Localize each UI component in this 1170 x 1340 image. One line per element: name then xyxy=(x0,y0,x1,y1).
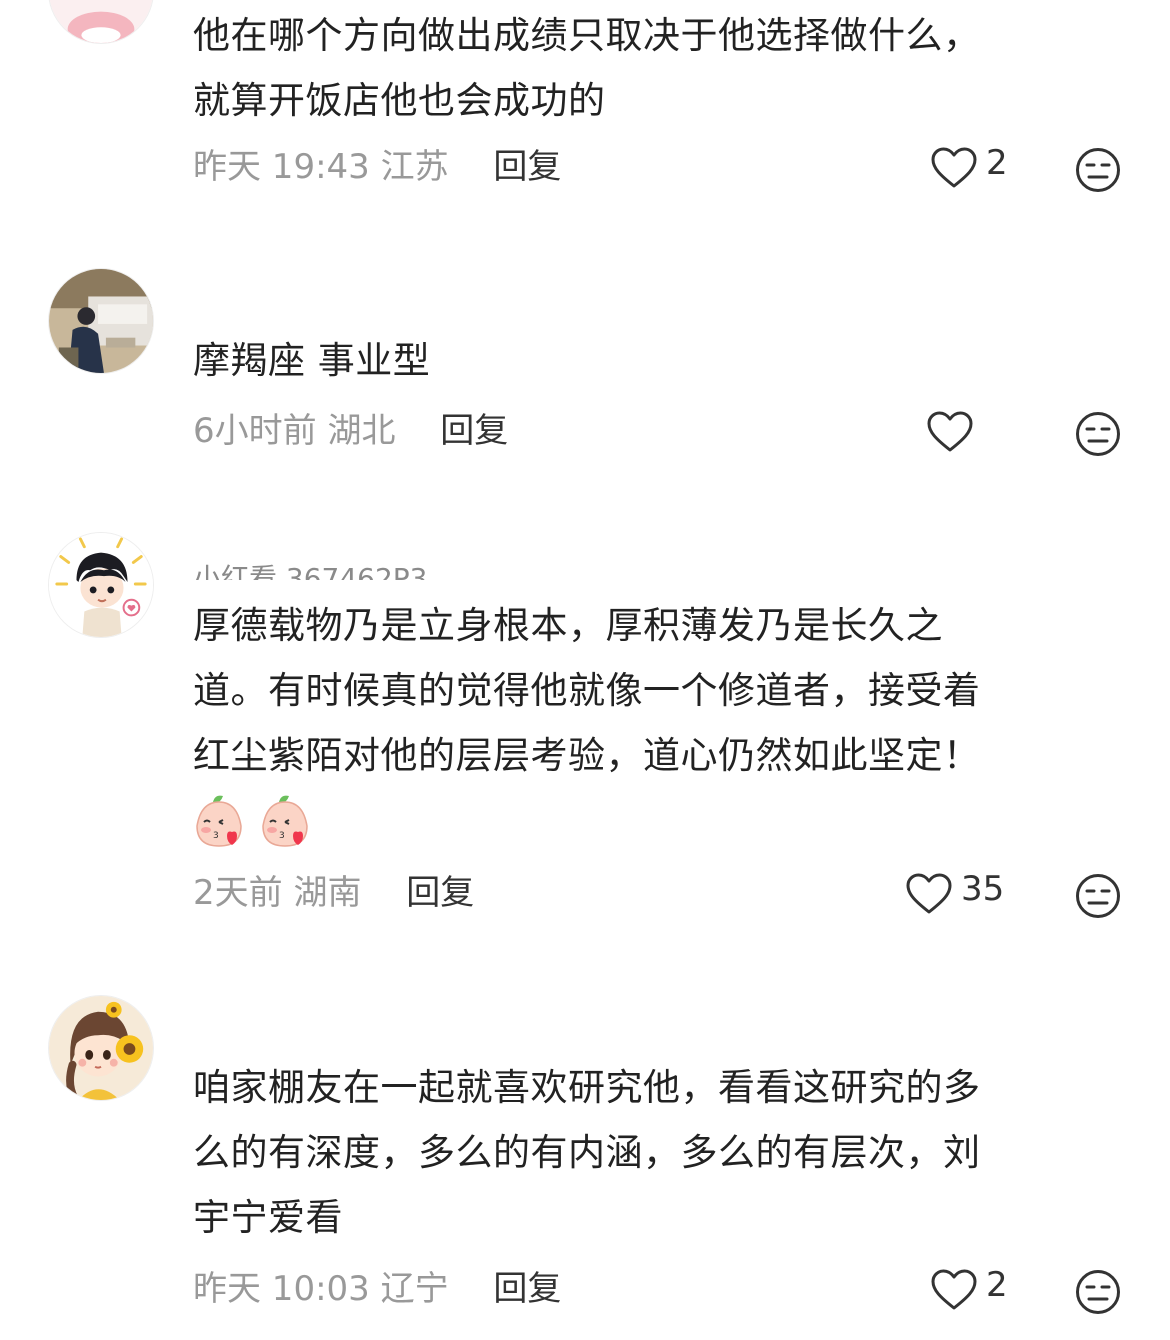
meh-face-icon xyxy=(1076,1270,1120,1314)
like-button[interactable] xyxy=(926,410,982,454)
comment-meta: 昨天 10:03 辽宁 回复 xyxy=(193,1269,561,1309)
comment-location: 湖北 xyxy=(327,411,396,451)
comment-time: 昨天 10:03 xyxy=(193,1269,370,1309)
comment-time: 2天前 xyxy=(193,873,283,913)
peach-kiss-emoji-icon: 3 xyxy=(196,795,242,847)
comment-location: 辽宁 xyxy=(380,1269,449,1309)
heart-outline-icon xyxy=(931,147,977,188)
pink-avatar-icon xyxy=(49,0,153,43)
comment-location: 湖南 xyxy=(293,873,362,913)
comment-time: 昨天 19:43 xyxy=(193,147,370,187)
comment-meta: 昨天 19:43 江苏 回复 xyxy=(193,147,561,187)
avatar[interactable] xyxy=(48,532,154,638)
reply-button[interactable]: 回复 xyxy=(493,1269,561,1309)
comment-location: 江苏 xyxy=(380,147,449,187)
heart-outline-icon xyxy=(927,411,973,452)
username[interactable]: 小红看 367462P3 xyxy=(193,562,428,580)
avatar[interactable] xyxy=(48,995,154,1101)
comment-text: 摩羯座 事业型 xyxy=(193,339,431,382)
reply-button[interactable]: 回复 xyxy=(493,147,561,187)
comment-meta: 2天前 湖南 回复 xyxy=(193,873,474,913)
heart-outline-icon xyxy=(906,873,952,914)
like-button[interactable]: 35 xyxy=(905,872,1004,916)
like-button[interactable]: 2 xyxy=(930,146,1008,190)
like-count: 35 xyxy=(961,869,1005,909)
comment-text: 厚德载物乃是立身根本，厚积薄发乃是长久之 道。有时候真的觉得他就像一个修道者，接… xyxy=(193,593,1103,856)
reply-button[interactable]: 回复 xyxy=(440,411,508,451)
sunflower-girl-avatar-icon xyxy=(49,996,153,1100)
painting-avatar-icon xyxy=(49,269,153,373)
like-count: 2 xyxy=(986,143,1008,183)
reply-button[interactable]: 回复 xyxy=(406,873,474,913)
comment-text: 咱家棚友在一起就喜欢研究他，看看这研究的多 么的有深度，多么的有内涵，多么的有层… xyxy=(193,1066,981,1239)
like-count: 2 xyxy=(986,1265,1008,1305)
cartoon-boy-avatar-icon xyxy=(49,533,153,637)
dislike-button[interactable] xyxy=(1075,411,1121,457)
like-button[interactable]: 2 xyxy=(930,1268,1008,1312)
avatar[interactable] xyxy=(48,268,154,374)
dislike-button[interactable] xyxy=(1075,873,1121,919)
meh-face-icon xyxy=(1076,148,1120,192)
comment-meta: 6小时前 湖北 回复 xyxy=(193,411,508,451)
meh-face-icon xyxy=(1076,874,1120,918)
svg-text:3: 3 xyxy=(213,831,219,841)
comment-time: 6小时前 xyxy=(193,411,317,451)
dislike-button[interactable] xyxy=(1075,147,1121,193)
comment-text: 他在哪个方向做出成绩只取决于他选择做什么， 就算开饭店他也会成功的 xyxy=(193,14,981,122)
meh-face-icon xyxy=(1076,412,1120,456)
peach-kiss-emoji-icon: 3 xyxy=(262,795,309,847)
avatar[interactable] xyxy=(48,0,154,44)
dislike-button[interactable] xyxy=(1075,1269,1121,1315)
svg-text:3: 3 xyxy=(279,831,285,841)
heart-outline-icon xyxy=(931,1269,977,1310)
